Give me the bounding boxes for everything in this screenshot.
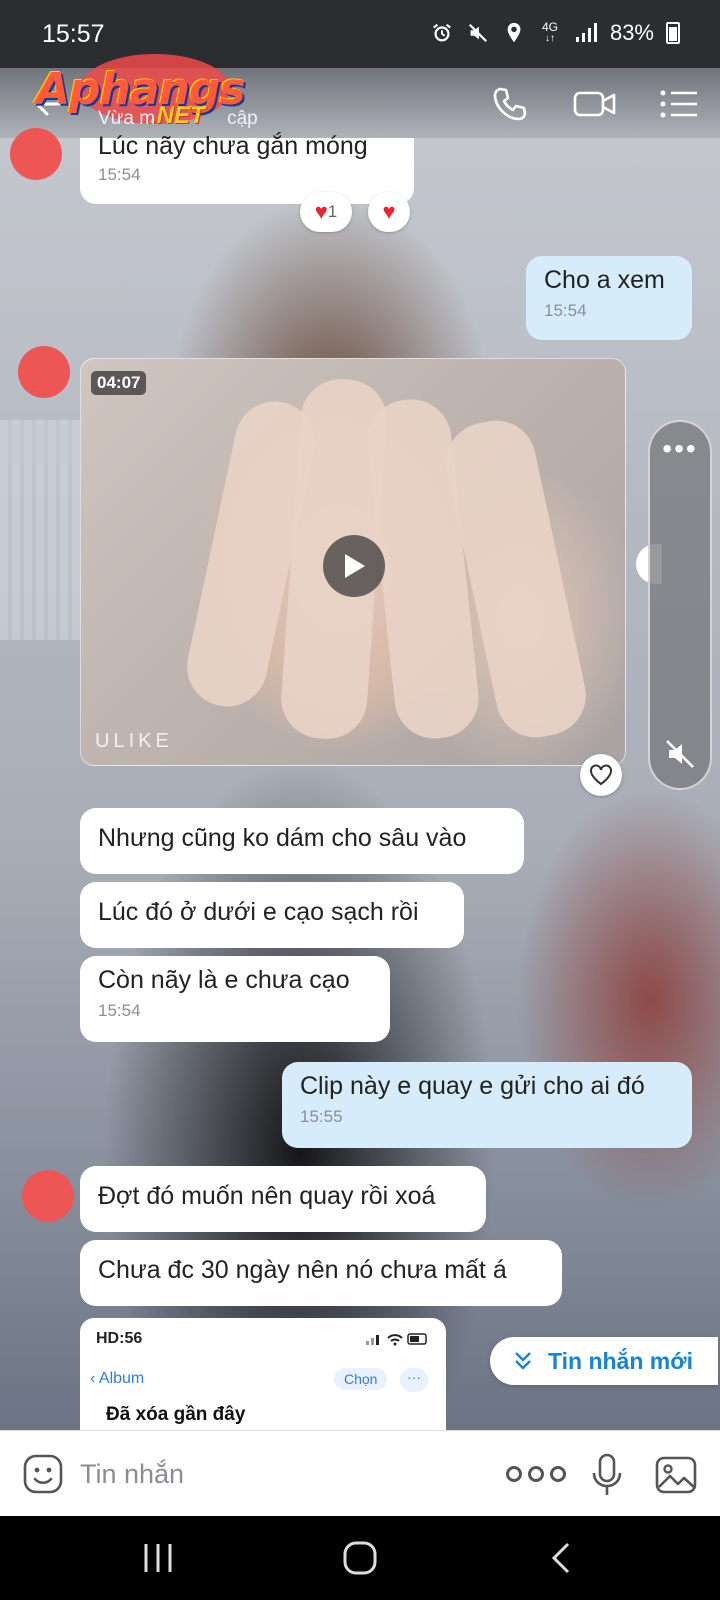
album-more-button: ··· [400, 1368, 428, 1392]
contact-status-text: Vừa m [98, 108, 156, 129]
more-options-icon[interactable]: ••• [650, 435, 710, 472]
battery-icon [666, 22, 680, 44]
message-time: 15:54 [98, 1001, 141, 1020]
home-icon[interactable] [336, 1536, 384, 1580]
phone-call-icon[interactable] [490, 84, 530, 124]
status-icons: 4G ↓↑ 83% [430, 20, 680, 46]
network-type: 4G [541, 20, 558, 34]
message-text: Còn nãy là e chưa cạo [98, 966, 350, 994]
heart-icon: ♥ [382, 199, 396, 224]
message-time: 15:55 [300, 1107, 343, 1126]
message-text: Lúc đó ở dưới e cạo sạch rồi [98, 898, 419, 926]
heart-icon: ♥ [314, 199, 328, 224]
react-heart-button[interactable]: ♥ [368, 192, 410, 232]
menu-list-icon[interactable] [658, 84, 700, 124]
sticker-emoji-icon[interactable] [22, 1453, 64, 1495]
battery-percent: 83% [609, 20, 654, 45]
contact-status-tail: cập [227, 108, 258, 129]
message-input[interactable] [80, 1451, 460, 1497]
play-button[interactable] [323, 535, 385, 597]
recent-apps-icon[interactable] [134, 1536, 182, 1580]
message-text: Lúc nãy chưa gắn móng [98, 132, 368, 160]
message-text: Đợt đó muốn nên quay rồi xoá [98, 1182, 436, 1210]
video-watermark: ULIKE [95, 730, 173, 752]
contact-status: Vừa m cập [98, 108, 258, 130]
like-button[interactable] [580, 754, 622, 796]
message-bubble-received[interactable]: Lúc nãy chưa gắn móng 15:54 [80, 132, 414, 204]
mute-icon [466, 21, 490, 45]
message-bubble-sent[interactable]: Clip này e quay e gửi cho ai đó 15:55 [282, 1062, 692, 1148]
message-bubble-received[interactable]: Lúc đó ở dưới e cạo sạch rồi [80, 882, 464, 948]
new-messages-button[interactable]: Tin nhắn mới [490, 1337, 718, 1385]
message-bubble-received[interactable]: Đợt đó muốn nên quay rồi xoá [80, 1166, 486, 1232]
message-time: 15:54 [98, 165, 141, 184]
message-text: Cho a xem [544, 266, 665, 294]
system-back-icon[interactable] [538, 1536, 586, 1580]
album-back-link: ‹ Album [90, 1370, 145, 1387]
double-chevron-down-icon [515, 1352, 531, 1370]
message-time: 15:54 [544, 301, 587, 320]
album-back-label: Album [98, 1370, 145, 1387]
image-message-album-screenshot[interactable]: HD:56 ‹ Album Chọn ··· Đã xóa gần đây [80, 1318, 446, 1430]
video-message[interactable]: 04:07 ULIKE [80, 358, 626, 766]
more-actions-button[interactable] [506, 1461, 582, 1487]
message-text: Chưa đc 30 ngày nên nó chưa mất á [98, 1256, 507, 1284]
message-bubble-sent[interactable]: Cho a xem 15:54 [526, 256, 692, 340]
video-side-panel: ••• [648, 420, 712, 790]
message-text: Clip này e quay e gửi cho ai đó [300, 1072, 645, 1100]
play-icon [345, 554, 365, 578]
dot [550, 1466, 566, 1482]
album-status-text: HD:56 [96, 1330, 143, 1347]
reaction-count: 1 [327, 202, 338, 221]
network-type-icon: 4G ↓↑ [541, 20, 558, 44]
contact-avatar[interactable] [10, 128, 62, 180]
image-gallery-icon[interactable] [654, 1455, 698, 1495]
contact-avatar[interactable] [22, 1170, 74, 1222]
message-text: Nhưng cũng ko dám cho sâu vào [98, 824, 467, 852]
reaction-summary[interactable]: ♥ 1 [300, 192, 352, 232]
dot [506, 1466, 522, 1482]
video-call-icon[interactable] [572, 84, 618, 124]
signal-icon [574, 21, 598, 45]
album-title: Đã xóa gần đây [106, 1404, 246, 1425]
message-input-bar [0, 1430, 720, 1516]
contact-avatar[interactable] [18, 346, 70, 398]
wallpaper-detail [0, 420, 80, 640]
dot [528, 1466, 544, 1482]
system-navigation-bar [0, 1516, 720, 1600]
speaker-mute-icon[interactable] [664, 738, 696, 770]
chat-header: Aphangs .NET Vừa m cập [0, 54, 720, 138]
alarm-icon [430, 21, 454, 45]
album-status-icons [366, 1332, 430, 1349]
heart-outline-icon [590, 764, 612, 786]
microphone-icon[interactable] [590, 1453, 624, 1497]
status-bar: 15:57 4G ↓↑ 83% [0, 0, 720, 68]
video-duration: 04:07 [91, 371, 147, 395]
message-bubble-received[interactable]: Chưa đc 30 ngày nên nó chưa mất á [80, 1240, 562, 1306]
message-bubble-received[interactable]: Nhưng cũng ko dám cho sâu vào [80, 808, 524, 874]
message-bubble-received[interactable]: Còn nãy là e chưa cạo 15:54 [80, 956, 390, 1042]
album-choose-button: Chọn [334, 1368, 388, 1390]
new-messages-label: Tin nhắn mới [548, 1347, 693, 1374]
location-icon [502, 21, 526, 45]
status-time: 15:57 [42, 20, 105, 48]
